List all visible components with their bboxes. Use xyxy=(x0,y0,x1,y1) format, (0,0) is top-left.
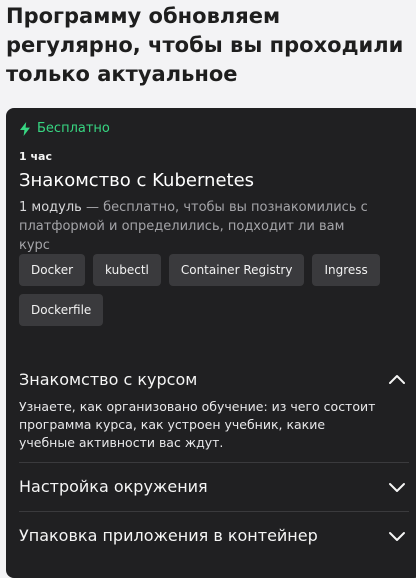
tag-docker[interactable]: Docker xyxy=(19,254,86,286)
chevron-down-icon[interactable] xyxy=(387,526,407,546)
accordion-body-intro: Узнаете, как организовано обучение: из ч… xyxy=(19,399,376,450)
tag-ingress[interactable]: Ingress xyxy=(312,254,380,286)
chevron-down-icon[interactable] xyxy=(387,477,407,497)
accordion-title: Упаковка приложения в контейнер xyxy=(19,526,318,545)
accordion-title: Знакомство с курсом xyxy=(19,370,198,389)
course-title: Знакомство с Kubernetes xyxy=(19,170,255,191)
accordion-item-intro: Знакомство с курсом Узнаете, как организ… xyxy=(19,356,409,462)
course-description: 1 модуль — бесплатно, чтобы вы познакоми… xyxy=(19,198,379,255)
course-card: Бесплатно 1 час Знакомство с Kubernetes … xyxy=(6,108,416,578)
tag-list: Docker kubectl Container Registry Ingres… xyxy=(19,254,414,326)
accordion-header-intro[interactable]: Знакомство с курсом xyxy=(19,356,409,404)
free-badge-label: Бесплатно xyxy=(37,121,110,136)
lightning-icon xyxy=(20,122,30,136)
chevron-up-icon[interactable] xyxy=(387,370,407,390)
tag-dockerfile[interactable]: Dockerfile xyxy=(19,294,104,326)
accordion-header-packaging[interactable]: Упаковка приложения в контейнер xyxy=(19,512,409,560)
free-badge: Бесплатно xyxy=(19,121,110,137)
course-description-lead: 1 модуль xyxy=(19,200,82,215)
accordion-item-packaging: Упаковка приложения в контейнер xyxy=(19,511,409,560)
page-headline: Программу обновляем регулярно, чтобы вы … xyxy=(6,4,404,86)
course-duration: 1 час xyxy=(19,150,52,163)
accordion-item-setup: Настройка окружения xyxy=(19,462,409,511)
accordion-header-setup[interactable]: Настройка окружения xyxy=(19,463,409,511)
module-accordion: Знакомство с курсом Узнаете, как организ… xyxy=(19,356,409,560)
tag-container-registry[interactable]: Container Registry xyxy=(168,254,305,286)
accordion-title: Настройка окружения xyxy=(19,477,208,496)
tag-kubectl[interactable]: kubectl xyxy=(93,254,161,286)
